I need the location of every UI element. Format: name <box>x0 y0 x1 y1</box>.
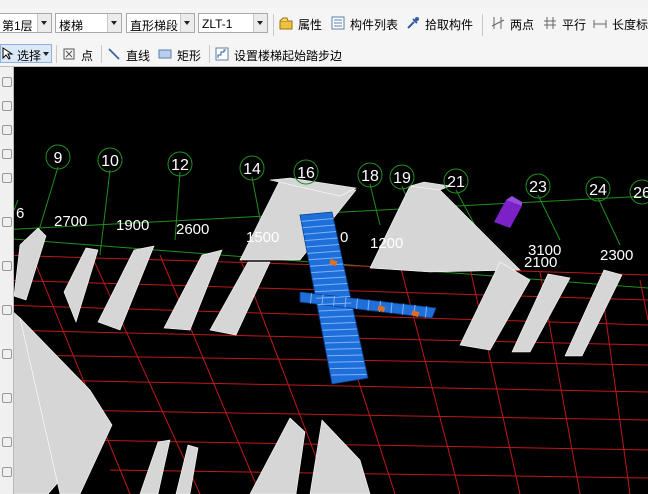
component-type-select[interactable]: 楼梯 <box>55 13 122 33</box>
pick-component-label: 拾取构件 <box>425 18 474 32</box>
chevron-down-icon[interactable] <box>37 14 51 32</box>
tool-icon[interactable] <box>2 305 12 315</box>
dimension-label: 6 <box>16 205 24 222</box>
chevron-down-icon[interactable] <box>180 14 194 32</box>
svg-text:21: 21 <box>447 174 465 191</box>
dimension-label: 1900 <box>116 217 149 234</box>
stair-step <box>331 374 367 376</box>
component-name-select[interactable]: ZLT-1 <box>198 13 268 33</box>
two-points-label: 两点 <box>510 18 535 32</box>
dimension-label: 2300 <box>600 247 633 264</box>
component-list-label: 构件列表 <box>350 18 399 32</box>
set-start-step-label: 设置楼梯起始踏步边 <box>234 49 343 63</box>
dimension-icon <box>593 20 607 28</box>
list-icon <box>331 16 345 30</box>
dimension-label: 0 <box>340 229 348 246</box>
tool-icon[interactable] <box>2 101 12 111</box>
eyedropper-icon <box>407 17 419 29</box>
svg-text:24: 24 <box>589 182 607 199</box>
chevron-down-icon[interactable] <box>253 14 267 32</box>
line-tool-label: 直线 <box>126 49 151 63</box>
sub-type-select[interactable]: 直形梯段 <box>126 13 195 33</box>
toolbar-separator <box>209 45 210 63</box>
length-dimension-label: 长度标 <box>612 18 648 32</box>
tool-icon[interactable] <box>2 77 12 87</box>
select-tool-label: 选择 <box>17 49 42 63</box>
svg-text:19: 19 <box>393 170 411 187</box>
chevron-down-icon[interactable] <box>107 14 121 32</box>
floor-select[interactable]: 第1层 <box>0 13 52 33</box>
line-icon <box>108 48 120 60</box>
dimension-label: 2700 <box>54 213 87 230</box>
cursor-icon <box>2 47 14 60</box>
properties-label: 属性 <box>298 18 323 32</box>
component-toolbar: 第1层 楼梯 直形梯段 ZLT-1 属性 构件列表 拾取构件 两点 平行 长度标 <box>0 8 648 43</box>
dimension-label: 1500 <box>246 229 279 246</box>
stair-step <box>329 367 366 370</box>
left-toolbar <box>0 67 14 494</box>
svg-text:10: 10 <box>101 153 119 170</box>
tool-icon[interactable] <box>2 393 12 403</box>
dimension-label: 2600 <box>176 221 209 238</box>
sub-type-value: 直形梯段 <box>130 19 179 33</box>
point-icon <box>63 48 75 60</box>
tool-icon[interactable] <box>2 217 12 227</box>
toolbar-separator <box>482 14 483 36</box>
svg-text:14: 14 <box>243 161 261 178</box>
svg-text:26: 26 <box>633 185 648 202</box>
toolbar-separator <box>101 45 102 63</box>
component-type-value: 楼梯 <box>59 19 84 33</box>
tool-icon[interactable] <box>2 261 12 271</box>
svg-text:12: 12 <box>171 157 189 174</box>
tool-icon[interactable] <box>2 149 12 159</box>
chevron-down-icon[interactable] <box>43 52 49 56</box>
stair-step <box>328 361 364 363</box>
svg-text:18: 18 <box>361 168 379 185</box>
toolbar-separator <box>273 14 274 36</box>
two-points-axis-icon <box>491 17 505 29</box>
stair-start-icon <box>215 47 229 61</box>
dimension-label: 2100 <box>524 254 557 271</box>
toolbar-separator <box>56 45 57 63</box>
component-name-value: ZLT-1 <box>202 17 233 31</box>
select-tool-button[interactable]: 选择 <box>0 44 52 63</box>
rectangle-icon <box>158 49 172 59</box>
tool-icon[interactable] <box>2 437 12 447</box>
properties-icon <box>279 17 293 30</box>
svg-text:9: 9 <box>54 150 63 167</box>
floor-select-value: 第1层 <box>2 19 33 33</box>
tool-icon[interactable] <box>2 125 12 135</box>
rect-tool-label: 矩形 <box>177 49 202 63</box>
point-tool-label: 点 <box>81 49 94 63</box>
svg-text:23: 23 <box>529 179 547 196</box>
parallel-axis-icon <box>544 17 556 29</box>
draw-toolbar: 选择 点 直线 矩形 设置楼梯起始踏步边 <box>0 42 648 67</box>
3d-viewport[interactable]: 9 10 12 14 16 18 19 21 23 24 26 6 2700 1900 2600 1500 0… <box>0 67 648 494</box>
tool-icon[interactable] <box>2 349 12 359</box>
tool-icon[interactable] <box>2 467 12 477</box>
svg-text:16: 16 <box>297 165 315 182</box>
parallel-label: 平行 <box>562 18 587 32</box>
tool-icon[interactable] <box>2 173 12 183</box>
dimension-label: 1200 <box>370 235 403 252</box>
